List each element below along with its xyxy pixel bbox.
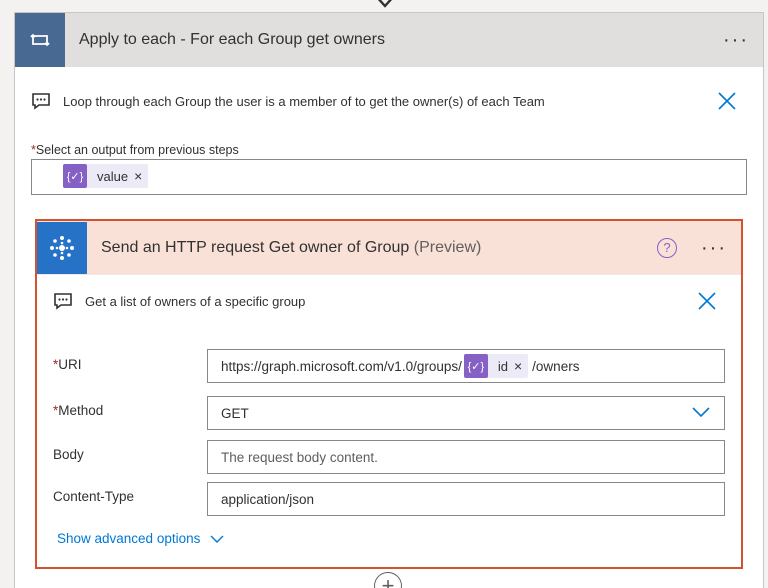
chevron-down-icon — [210, 535, 224, 543]
content-type-value: application/json — [221, 491, 315, 507]
action-comment[interactable]: Get a list of owners of a specific group — [37, 275, 741, 327]
loop-comment-text: Loop through each Group the user is a me… — [63, 93, 545, 109]
expression-icon: {✓} — [63, 164, 87, 188]
remove-token-icon[interactable]: × — [134, 168, 142, 184]
chevron-down-icon[interactable] — [692, 406, 710, 418]
loop-icon — [30, 33, 50, 47]
uri-suffix: /owners — [532, 358, 580, 374]
more-options-icon[interactable]: ··· — [701, 238, 727, 258]
loop-badge — [15, 13, 65, 67]
value-token[interactable]: {✓} value × — [63, 164, 149, 188]
uri-label: *URI — [53, 357, 82, 372]
body-field[interactable]: The request body content. — [207, 440, 725, 474]
http-badge — [37, 221, 87, 274]
remove-token-icon[interactable]: × — [514, 358, 522, 374]
preview-label: (Preview) — [413, 238, 482, 256]
loop-comment[interactable]: Loop through each Group the user is a me… — [15, 75, 763, 127]
help-icon[interactable]: ? — [657, 237, 677, 258]
show-advanced-options-link[interactable]: Show advanced options — [57, 531, 224, 546]
content-type-field[interactable]: application/json — [207, 482, 725, 516]
id-token[interactable]: {✓} id × — [463, 354, 529, 378]
uri-prefix: https://graph.microsoft.com/v1.0/groups/ — [221, 358, 462, 374]
close-icon[interactable] — [717, 91, 737, 111]
comment-icon — [54, 293, 72, 310]
flow-arrow-icon — [377, 0, 393, 8]
http-icon — [50, 235, 74, 260]
expression-icon: {✓} — [463, 354, 488, 378]
apply-to-each-title: Apply to each - For each Group get owner… — [79, 31, 385, 48]
close-icon[interactable] — [697, 291, 717, 311]
apply-to-each-header[interactable]: Apply to each - For each Group get owner… — [15, 13, 763, 67]
apply-to-each-card: Apply to each - For each Group get owner… — [14, 12, 764, 588]
body-placeholder: The request body content. — [221, 449, 378, 465]
select-output-field[interactable]: {✓} value × — [31, 159, 747, 195]
method-label: *Method — [53, 403, 104, 418]
show-advanced-options-label: Show advanced options — [57, 531, 201, 546]
body-label: Body — [53, 447, 84, 462]
http-request-header[interactable]: Send an HTTP request Get owner of Group … — [37, 221, 741, 275]
http-request-title: Send an HTTP request Get owner of Group … — [101, 238, 482, 256]
http-request-card: Send an HTTP request Get owner of Group … — [35, 219, 743, 569]
id-token-label: id — [497, 358, 508, 374]
method-select[interactable]: GET — [207, 396, 725, 430]
action-comment-text: Get a list of owners of a specific group — [85, 293, 306, 309]
more-options-icon[interactable]: ··· — [723, 30, 749, 50]
select-output-label: *Select an output from previous steps — [31, 143, 239, 157]
uri-field[interactable]: https://graph.microsoft.com/v1.0/groups/… — [207, 349, 725, 383]
content-type-label: Content-Type — [53, 489, 135, 504]
comment-icon — [32, 93, 50, 110]
method-value: GET — [221, 405, 249, 421]
value-token-label: value — [97, 168, 129, 184]
